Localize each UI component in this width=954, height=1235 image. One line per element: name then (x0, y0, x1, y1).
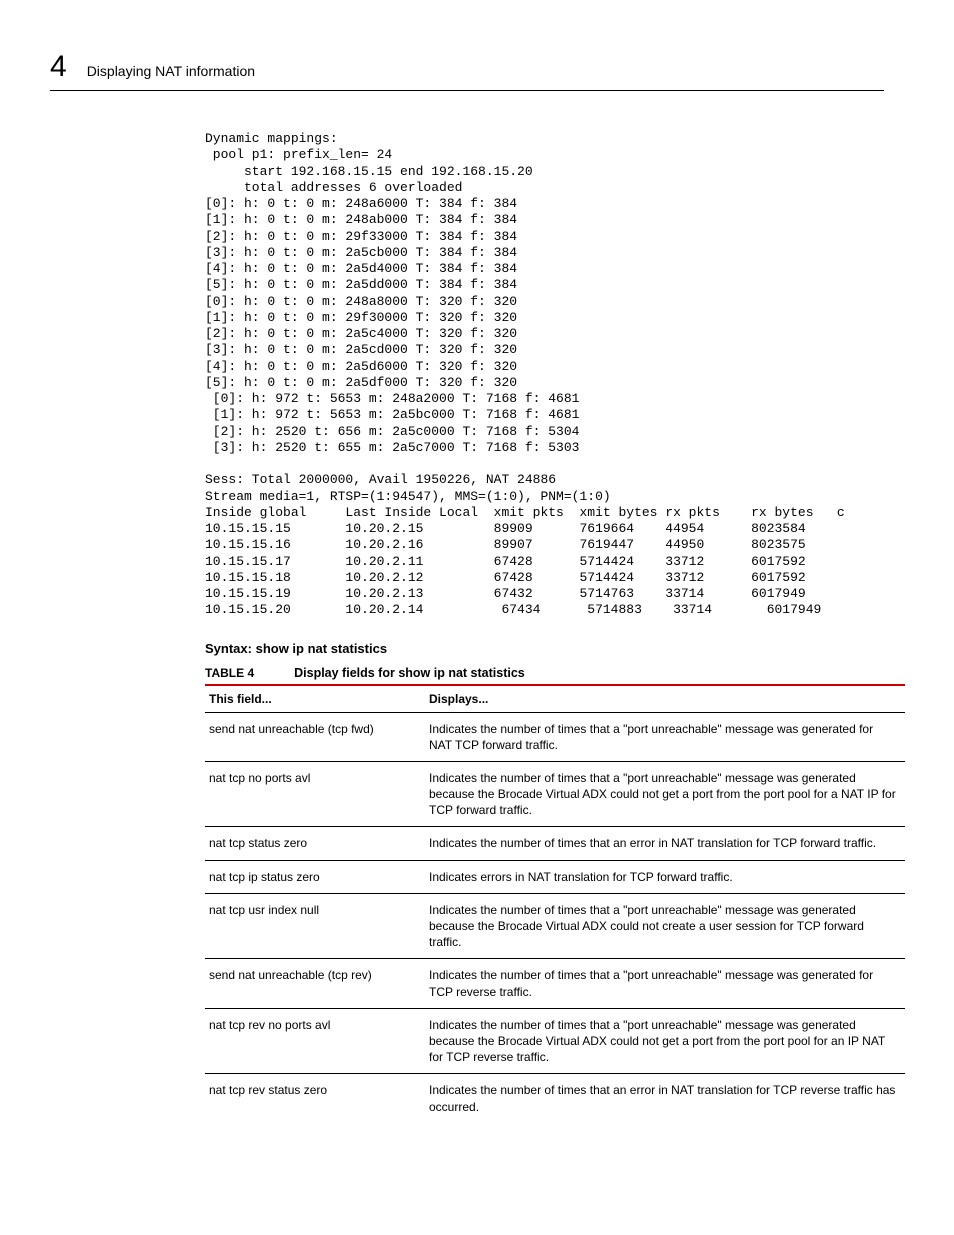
field-desc: Indicates the number of times that a "po… (425, 761, 905, 827)
chapter-number: 4 (50, 50, 67, 84)
field-name: nat tcp rev no ports avl (205, 1008, 425, 1074)
fields-table: This field... Displays... send nat unrea… (205, 684, 905, 1123)
field-name: send nat unreachable (tcp fwd) (205, 712, 425, 761)
syntax-command: show ip nat statistics (256, 641, 387, 656)
table-row: nat tcp no ports avl Indicates the numbe… (205, 761, 905, 827)
field-name: nat tcp no ports avl (205, 761, 425, 827)
table-label: TABLE 4 (205, 666, 254, 680)
syntax-line: Syntax: show ip nat statistics (205, 641, 884, 656)
field-name: nat tcp ip status zero (205, 860, 425, 893)
table-row: nat tcp rev no ports avl Indicates the n… (205, 1008, 905, 1074)
field-desc: Indicates the number of times that an er… (425, 1074, 905, 1123)
syntax-label: Syntax: (205, 641, 252, 656)
page-header: 4 Displaying NAT information (50, 50, 884, 84)
field-name: nat tcp rev status zero (205, 1074, 425, 1123)
table-caption-text: Display fields for show ip nat statistic… (294, 666, 525, 680)
field-name: nat tcp usr index null (205, 893, 425, 959)
table-row: nat tcp rev status zero Indicates the nu… (205, 1074, 905, 1123)
page: 4 Displaying NAT information Dynamic map… (0, 0, 954, 1235)
table-row: send nat unreachable (tcp rev) Indicates… (205, 959, 905, 1008)
console-output: Dynamic mappings: pool p1: prefix_len= 2… (205, 131, 884, 619)
table-caption: TABLE 4 Display fields for show ip nat s… (205, 666, 905, 680)
fields-table-wrap: TABLE 4 Display fields for show ip nat s… (205, 666, 905, 1123)
field-name: send nat unreachable (tcp rev) (205, 959, 425, 1008)
field-desc: Indicates the number of times that a "po… (425, 712, 905, 761)
table-row: nat tcp status zero Indicates the number… (205, 827, 905, 860)
field-desc: Indicates the number of times that a "po… (425, 959, 905, 1008)
table-header-row: This field... Displays... (205, 685, 905, 713)
field-desc: Indicates the number of times that a "po… (425, 1008, 905, 1074)
header-rule (50, 90, 884, 91)
table-row: send nat unreachable (tcp fwd) Indicates… (205, 712, 905, 761)
table-row: nat tcp ip status zero Indicates errors … (205, 860, 905, 893)
field-name: nat tcp status zero (205, 827, 425, 860)
table-row: nat tcp usr index null Indicates the num… (205, 893, 905, 959)
field-desc: Indicates the number of times that an er… (425, 827, 905, 860)
col-header-displays: Displays... (425, 685, 905, 713)
field-desc: Indicates the number of times that a "po… (425, 893, 905, 959)
field-desc: Indicates errors in NAT translation for … (425, 860, 905, 893)
page-title: Displaying NAT information (87, 63, 255, 79)
col-header-field: This field... (205, 685, 425, 713)
